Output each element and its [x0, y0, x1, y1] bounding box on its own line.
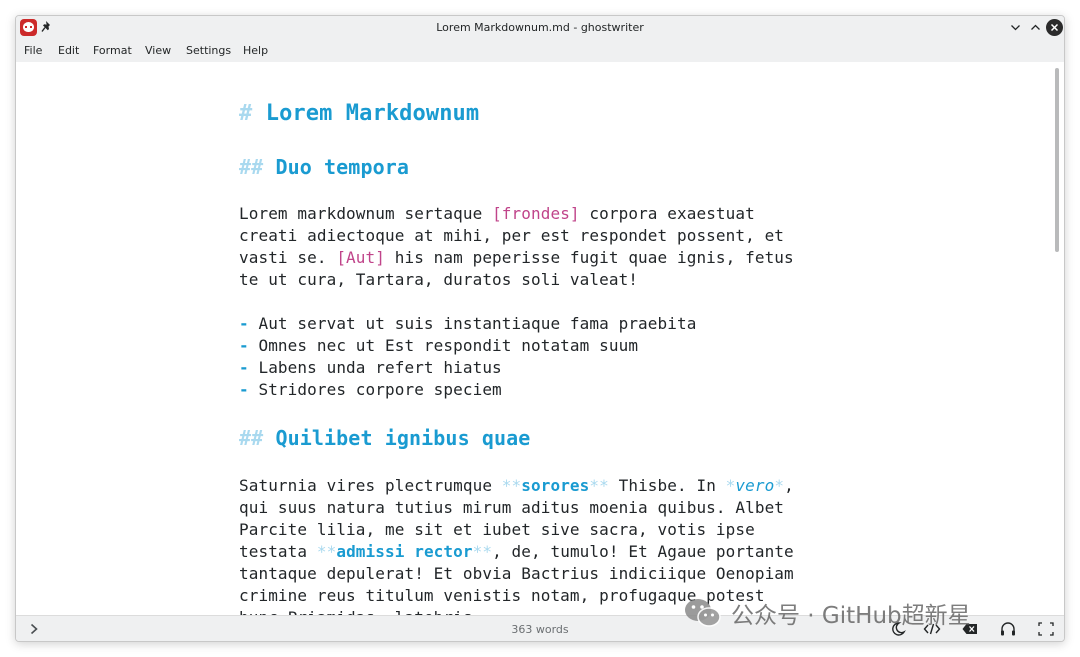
close-icon[interactable] [1046, 19, 1063, 36]
text-run: vasti se. [239, 248, 337, 267]
title-bar[interactable]: Lorem Markdownum.md - ghostwriter [16, 16, 1064, 40]
paragraph-line: testata **admissi rector**, de, tumulo! … [239, 541, 794, 563]
paragraph-line: qui suus natura tutius mirum aditus moen… [239, 498, 785, 517]
link-reference[interactable]: [Aut] [336, 248, 385, 267]
text-run: Lorem markdownum sertaque [239, 204, 493, 223]
list-marker: - [239, 336, 249, 355]
italic-text: vero [735, 476, 775, 495]
wechat-icon [685, 599, 721, 627]
text-run: corpora exaestuat [579, 204, 755, 223]
list-item-text: Aut servat ut suis instantiaque fama pra… [248, 314, 697, 333]
text-run: testata [239, 542, 317, 561]
list-item: - Omnes nec ut Est respondit notatam suu… [239, 335, 638, 357]
text-run: Thisbe. In [608, 476, 726, 495]
list-item: - Stridores corpore speciem [239, 379, 502, 401]
italic-marker: * [725, 476, 736, 495]
watermark-text: 公众号 · GitHub超新星 [731, 603, 971, 629]
window-title: Lorem Markdownum.md - ghostwriter [436, 21, 644, 34]
menu-settings[interactable]: Settings [186, 44, 231, 57]
paragraph-line: Lorem markdownum sertaque [frondes] corp… [239, 203, 755, 225]
bold-marker: ** [589, 476, 609, 495]
text-run: , de, tumulo! Et Agaue portante [492, 542, 794, 561]
bold-text: sorores [521, 476, 590, 495]
paragraph-line: Saturnia vires plectrumque **sorores** T… [239, 475, 794, 497]
text-run: , [784, 476, 794, 495]
heading-text: Quilibet ignibus quae [275, 426, 531, 450]
menu-bar: File Edit Format View Settings Help [16, 40, 1064, 62]
minimize-icon[interactable] [1007, 19, 1024, 36]
heading-marker: # [239, 101, 253, 126]
link-reference[interactable]: [frondes] [492, 204, 580, 223]
fullscreen-icon[interactable] [1037, 621, 1055, 637]
heading-2-duo-tempora: ## Duo tempora [239, 154, 409, 180]
menu-format[interactable]: Format [93, 44, 132, 57]
heading-marker: ## [239, 426, 264, 450]
heading-text: Duo tempora [275, 155, 410, 179]
bold-marker: ** [316, 542, 337, 561]
italic-marker: * [774, 476, 785, 495]
paragraph-line: hunc Priamidas, latebris. [239, 607, 482, 615]
menu-file[interactable]: File [24, 44, 42, 57]
heading-2-quilibet: ## Quilibet ignibus quae [239, 425, 530, 451]
paragraph-line: vasti se. [Aut] his nam peperisse fugit … [239, 247, 794, 269]
list-item: - Labens unda refert hiatus [239, 357, 502, 379]
paragraph-line: te ut cura, Tartara, duratos soli valeat… [239, 270, 639, 289]
bold-marker: ** [501, 476, 522, 495]
text-run: Saturnia vires plectrumque [239, 476, 502, 495]
text-run: his nam peperisse fugit quae ignis, fetu… [385, 248, 794, 267]
maximize-icon[interactable] [1027, 19, 1044, 36]
list-marker: - [239, 314, 249, 333]
list-item-text: Stridores corpore speciem [248, 380, 502, 399]
bold-marker: ** [472, 542, 493, 561]
list-item-text: Omnes nec ut Est respondit notatam suum [248, 336, 639, 355]
menu-view[interactable]: View [145, 44, 171, 57]
watermark: 公众号 · GitHub超新星 [683, 596, 971, 630]
paragraph-line: Parcite lilia, me sit et iubet sive sacr… [239, 520, 755, 539]
paragraph-line: creati adiectoque at mihi, per est respo… [239, 226, 785, 245]
heading-marker: ## [239, 155, 264, 179]
menu-edit[interactable]: Edit [58, 44, 79, 57]
headphones-icon[interactable] [999, 621, 1017, 637]
vertical-scrollbar[interactable] [1052, 62, 1062, 615]
heading-text: Lorem Markdownum [265, 101, 480, 126]
bold-text: admissi rector [336, 542, 473, 561]
scrollbar-thumb[interactable] [1055, 68, 1059, 252]
list-marker: - [239, 358, 249, 377]
paragraph-line: tantaque depulerat! Et obvia Bactrius in… [239, 564, 794, 583]
menu-help[interactable]: Help [243, 44, 268, 57]
markdown-editor[interactable]: # Lorem Markdownum ## Duo tempora Lorem … [16, 62, 1064, 615]
app-window: Lorem Markdownum.md - ghostwriter File E… [15, 15, 1065, 642]
list-item-text: Labens unda refert hiatus [248, 358, 502, 377]
heading-1: # Lorem Markdownum [239, 100, 479, 128]
list-marker: - [239, 380, 249, 399]
list-item: - Aut servat ut suis instantiaque fama p… [239, 313, 696, 335]
